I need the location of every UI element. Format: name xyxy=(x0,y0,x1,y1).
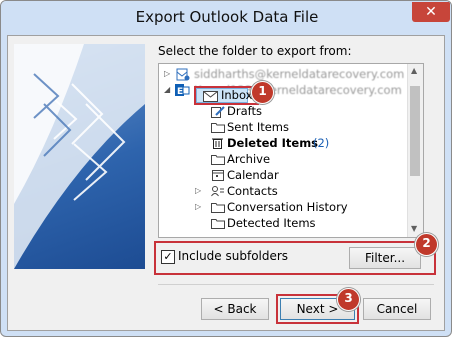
folder-icon xyxy=(211,121,225,137)
folder-label: Detected Items xyxy=(227,216,316,230)
expand-icon[interactable]: ▷ xyxy=(195,183,201,199)
title-bar: Export Outlook Data File ✕ xyxy=(1,1,451,35)
scroll-up-icon[interactable]: ▲ xyxy=(411,66,417,75)
include-subfolders-label: Include subfolders xyxy=(178,249,289,263)
folder-label: Drafts xyxy=(227,104,262,118)
folder-tree[interactable]: ▷ siddharths@kerneldatarecovery.com ◢ E … xyxy=(158,63,424,238)
scroll-down-icon[interactable]: ▼ xyxy=(411,224,417,233)
drafts-icon xyxy=(211,105,225,122)
folder-label: Contacts xyxy=(227,184,278,198)
callout-badge-1: 1 xyxy=(251,81,274,104)
wizard-banner-image xyxy=(14,44,145,269)
calendar-icon xyxy=(211,169,225,185)
contacts-icon xyxy=(211,185,225,201)
filter-button[interactable]: Filter... xyxy=(349,247,421,269)
outlook-icon: E xyxy=(175,83,190,101)
cancel-button[interactable]: Cancel xyxy=(363,298,431,320)
window-title: Export Outlook Data File xyxy=(135,8,319,26)
callout-badge-3: 3 xyxy=(337,288,360,311)
folder-label: Inbox xyxy=(221,88,253,102)
divider xyxy=(158,284,434,285)
export-dialog: Export Outlook Data File ✕ Select the fo xyxy=(0,0,452,337)
callout-badge-2: 2 xyxy=(415,233,438,256)
close-button[interactable]: ✕ xyxy=(412,2,450,22)
folder-label: Archive xyxy=(227,152,271,166)
folder-label: Calendar xyxy=(227,168,279,182)
folder-label: Deleted Items xyxy=(227,136,319,150)
tree-scrollbar[interactable]: ▲ ▼ xyxy=(407,64,423,237)
collapse-icon[interactable]: ◢ xyxy=(164,82,170,98)
close-icon: ✕ xyxy=(425,4,437,20)
trash-icon xyxy=(211,137,225,153)
envelope-icon xyxy=(203,90,219,106)
checkmark-icon: ✓ xyxy=(163,250,173,263)
include-subfolders-checkbox[interactable]: ✓ xyxy=(161,250,175,264)
folder-prompt: Select the folder to export from: xyxy=(158,44,352,58)
folder-icon xyxy=(211,217,225,233)
expand-icon[interactable]: ▷ xyxy=(164,66,170,82)
folder-icon xyxy=(211,153,225,169)
expand-icon[interactable]: ▷ xyxy=(195,199,201,215)
back-button[interactable]: < Back xyxy=(201,298,269,320)
dialog-body: Select the folder to export from: ▷ sidd… xyxy=(7,35,445,331)
folder-label: Sent Items xyxy=(227,120,289,134)
folder-icon xyxy=(211,201,225,217)
folder-label: Conversation History xyxy=(227,200,348,214)
account-name: siddharths@kerneldatarecovery.com xyxy=(194,67,405,81)
unread-count: (2) xyxy=(313,136,330,150)
scrollbar-thumb[interactable] xyxy=(410,86,420,176)
svg-text:E: E xyxy=(177,87,183,97)
